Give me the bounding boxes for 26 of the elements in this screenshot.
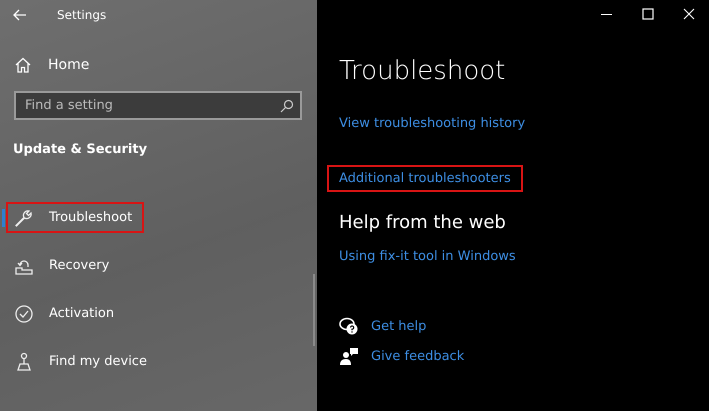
home-nav-item[interactable]: Home: [15, 57, 90, 73]
back-arrow-icon[interactable]: [13, 9, 27, 21]
location-pin-icon: [14, 352, 34, 372]
close-icon[interactable]: [683, 8, 695, 20]
search-icon: [280, 99, 294, 113]
scrollbar[interactable]: [313, 274, 315, 346]
search-field[interactable]: Find a setting: [14, 91, 302, 120]
nav-item[interactable]: Troubleshoot: [6, 202, 144, 233]
window-title: Settings: [57, 8, 106, 22]
check-circle-icon: [14, 304, 34, 324]
feedback-person-icon: [339, 346, 359, 366]
home-icon: [15, 57, 31, 73]
link[interactable]: Additional troubleshooters: [327, 165, 523, 192]
link[interactable]: Get help: [371, 318, 426, 334]
chat-help-icon: [339, 316, 359, 336]
link[interactable]: Give feedback: [371, 348, 464, 364]
nav-item[interactable]: Activation: [6, 298, 126, 329]
nav-item[interactable]: Find my device: [6, 346, 159, 377]
section-heading: Update & Security: [13, 142, 148, 157]
wrench-icon: [14, 208, 34, 228]
section-heading: Help from the web: [339, 212, 507, 233]
link[interactable]: View troubleshooting history: [327, 110, 538, 137]
page-title: Troubleshoot: [339, 56, 506, 86]
nav-item[interactable]: Recovery: [6, 250, 122, 281]
maximize-icon[interactable]: [642, 8, 654, 20]
link[interactable]: Using fix-it tool in Windows: [327, 243, 528, 270]
